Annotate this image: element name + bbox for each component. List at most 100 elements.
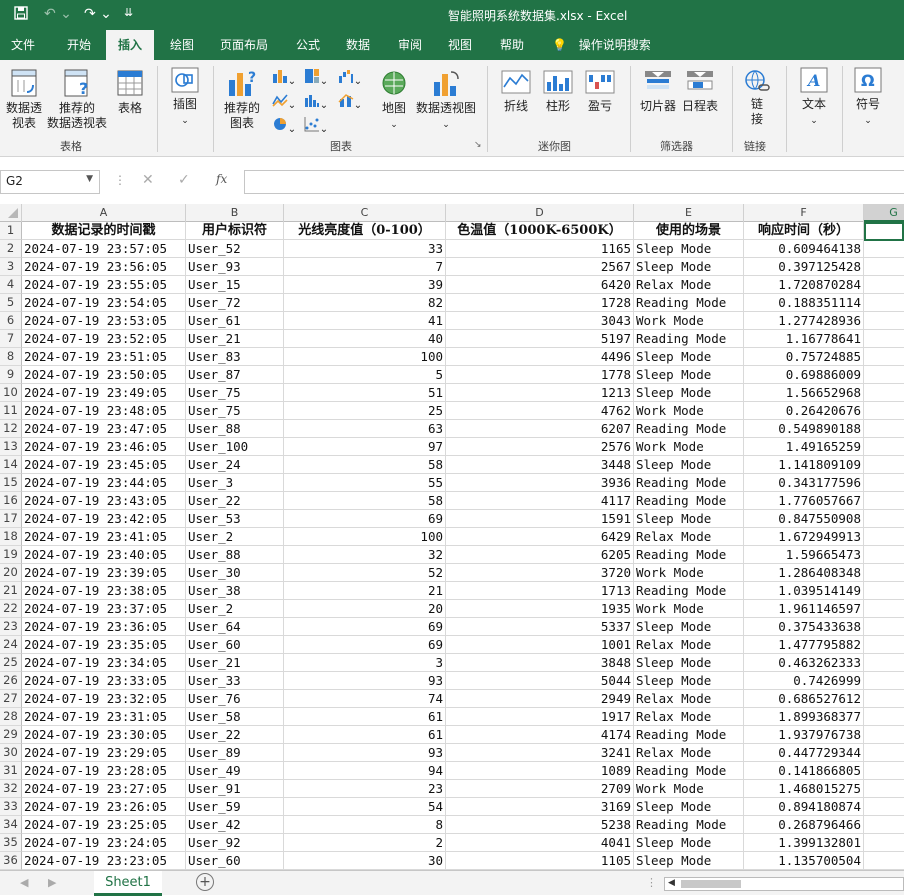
cell-response[interactable]: 1.277428936 xyxy=(744,312,864,330)
cell-brightness[interactable]: 58 xyxy=(284,456,446,474)
column-header-g[interactable]: G xyxy=(864,204,904,222)
cell-response[interactable]: 1.477795882 xyxy=(744,636,864,654)
column-header-c[interactable]: C xyxy=(284,204,446,222)
cell-timestamp[interactable]: 2024-07-19 23:26:05 xyxy=(22,798,186,816)
cell-scene[interactable]: Sleep Mode xyxy=(634,258,744,276)
cell-brightness[interactable]: 69 xyxy=(284,510,446,528)
cell-brightness[interactable]: 58 xyxy=(284,492,446,510)
cell-scene[interactable]: Relax Mode xyxy=(634,276,744,294)
row-header[interactable]: 4 xyxy=(0,276,22,294)
cell-user[interactable]: User_87 xyxy=(186,366,284,384)
cell-empty[interactable] xyxy=(864,438,904,456)
row-header[interactable]: 9 xyxy=(0,366,22,384)
pivot-chart-button[interactable]: 数据透视图 ⌄ xyxy=(416,68,476,130)
cell-brightness[interactable]: 41 xyxy=(284,312,446,330)
cell-color-temp[interactable]: 2949 xyxy=(446,690,634,708)
row-header[interactable]: 20 xyxy=(0,564,22,582)
column-chart-dropdown[interactable]: ⌄ xyxy=(270,68,298,87)
cell-user[interactable]: User_64 xyxy=(186,618,284,636)
cell-brightness[interactable]: 32 xyxy=(284,546,446,564)
cell-color-temp[interactable]: 5337 xyxy=(446,618,634,636)
cell-response[interactable]: 1.039514149 xyxy=(744,582,864,600)
cell-response[interactable]: 0.609464138 xyxy=(744,240,864,258)
recommended-pivot-button[interactable]: ? 推荐的 数据透视表 xyxy=(46,68,108,131)
row-header[interactable]: 23 xyxy=(0,618,22,636)
cell-timestamp[interactable]: 2024-07-19 23:25:05 xyxy=(22,816,186,834)
cell-scene[interactable]: Reading Mode xyxy=(634,762,744,780)
cell-scene[interactable]: Sleep Mode xyxy=(634,384,744,402)
cell-response[interactable]: 0.375433638 xyxy=(744,618,864,636)
cell-response[interactable]: 1.49165259 xyxy=(744,438,864,456)
cell-color-temp[interactable]: 1917 xyxy=(446,708,634,726)
column-header-d[interactable]: D xyxy=(446,204,634,222)
cell-color-temp[interactable]: 4762 xyxy=(446,402,634,420)
cell-empty[interactable] xyxy=(864,456,904,474)
tell-me-search[interactable]: 💡 操作说明搜索 xyxy=(552,30,651,60)
cell-timestamp[interactable]: 2024-07-19 23:49:05 xyxy=(22,384,186,402)
row-header[interactable]: 34 xyxy=(0,816,22,834)
cell-color-temp[interactable]: 2709 xyxy=(446,780,634,798)
scroll-left-arrow-icon[interactable]: ◀ xyxy=(668,878,675,888)
row-header[interactable]: 14 xyxy=(0,456,22,474)
row-header[interactable]: 18 xyxy=(0,528,22,546)
cell-empty[interactable] xyxy=(864,762,904,780)
cell-brightness[interactable]: 61 xyxy=(284,726,446,744)
cell-timestamp[interactable]: 2024-07-19 23:33:05 xyxy=(22,672,186,690)
cell-empty[interactable] xyxy=(864,330,904,348)
cell-user[interactable]: User_93 xyxy=(186,258,284,276)
cell-scene[interactable]: Reading Mode xyxy=(634,816,744,834)
cell-empty[interactable] xyxy=(864,474,904,492)
cell-user[interactable]: User_61 xyxy=(186,312,284,330)
combo-chart-dropdown[interactable]: ⌄ xyxy=(336,92,364,111)
tab-review[interactable]: 审阅 xyxy=(388,30,432,60)
cell-scene[interactable]: Relax Mode xyxy=(634,528,744,546)
cell-empty[interactable] xyxy=(864,834,904,852)
cell-response[interactable]: 0.447729344 xyxy=(744,744,864,762)
cell-empty[interactable] xyxy=(864,420,904,438)
cell-timestamp[interactable]: 2024-07-19 23:27:05 xyxy=(22,780,186,798)
header-cell-response[interactable]: 响应时间（秒） xyxy=(744,222,864,240)
row-header[interactable]: 30 xyxy=(0,744,22,762)
cell-response[interactable]: 0.549890188 xyxy=(744,420,864,438)
cell-scene[interactable]: Sleep Mode xyxy=(634,618,744,636)
cell-user[interactable]: User_60 xyxy=(186,636,284,654)
cell-timestamp[interactable]: 2024-07-19 23:55:05 xyxy=(22,276,186,294)
cell-user[interactable]: User_88 xyxy=(186,420,284,438)
hierarchy-chart-dropdown[interactable]: ⌄ xyxy=(302,68,330,87)
cell-scene[interactable]: Reading Mode xyxy=(634,330,744,348)
cell-color-temp[interactable]: 3936 xyxy=(446,474,634,492)
add-sheet-icon[interactable]: + xyxy=(196,873,214,891)
table-button[interactable]: 表格 xyxy=(112,68,148,116)
cell-user[interactable]: User_89 xyxy=(186,744,284,762)
cell-timestamp[interactable]: 2024-07-19 23:36:05 xyxy=(22,618,186,636)
tab-file[interactable]: 文件 xyxy=(0,30,46,60)
cell-response[interactable]: 1.135700504 xyxy=(744,852,864,870)
cell-user[interactable]: User_91 xyxy=(186,780,284,798)
row-header[interactable]: 19 xyxy=(0,546,22,564)
cell-empty[interactable] xyxy=(864,798,904,816)
row-header[interactable]: 16 xyxy=(0,492,22,510)
pivot-table-button[interactable]: 数据透 视表 xyxy=(4,68,44,131)
row-header[interactable]: 2 xyxy=(0,240,22,258)
cell-scene[interactable]: Sleep Mode xyxy=(634,510,744,528)
cell-brightness[interactable]: 55 xyxy=(284,474,446,492)
tab-help[interactable]: 帮助 xyxy=(490,30,534,60)
cell-scene[interactable]: Reading Mode xyxy=(634,546,744,564)
cell-timestamp[interactable]: 2024-07-19 23:40:05 xyxy=(22,546,186,564)
symbol-button[interactable]: Ω 符号 ⌄ xyxy=(850,66,886,126)
line-chart-dropdown[interactable]: ⌄ xyxy=(270,92,298,111)
cell-timestamp[interactable]: 2024-07-19 23:52:05 xyxy=(22,330,186,348)
tab-home[interactable]: 开始 xyxy=(56,30,102,60)
cell-response[interactable]: 1.899368377 xyxy=(744,708,864,726)
cell-user[interactable]: User_38 xyxy=(186,582,284,600)
cell-color-temp[interactable]: 1213 xyxy=(446,384,634,402)
cell-timestamp[interactable]: 2024-07-19 23:34:05 xyxy=(22,654,186,672)
cell-brightness[interactable]: 33 xyxy=(284,240,446,258)
cell-brightness[interactable]: 61 xyxy=(284,708,446,726)
cell-scene[interactable]: Sleep Mode xyxy=(634,456,744,474)
row-header[interactable]: 6 xyxy=(0,312,22,330)
cell-response[interactable]: 0.141866805 xyxy=(744,762,864,780)
cell-timestamp[interactable]: 2024-07-19 23:37:05 xyxy=(22,600,186,618)
cell-response[interactable]: 0.75724885 xyxy=(744,348,864,366)
cell-user[interactable]: User_42 xyxy=(186,816,284,834)
